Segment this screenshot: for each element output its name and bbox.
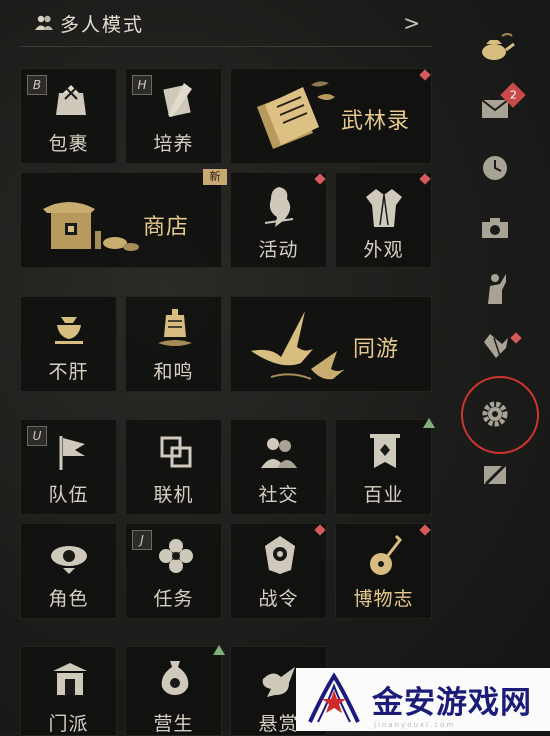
notification-dot bbox=[314, 173, 326, 185]
books-icon bbox=[257, 81, 335, 149]
sidebar-item-teapot[interactable] bbox=[476, 28, 516, 68]
key-hint-h: H bbox=[132, 75, 152, 95]
teacup-icon bbox=[55, 317, 83, 344]
livelihood-label: 营生 bbox=[153, 713, 194, 735]
shop-button[interactable]: 新 商店 bbox=[20, 169, 227, 268]
figure-icon bbox=[488, 274, 506, 304]
team-button[interactable]: U 队伍 bbox=[20, 419, 117, 515]
buxiang-button[interactable]: 不肝 bbox=[20, 296, 117, 392]
train-label: 培养 bbox=[153, 133, 194, 155]
people-icon bbox=[261, 438, 297, 468]
sidebar-item-exit[interactable] bbox=[476, 454, 516, 494]
social-label: 社交 bbox=[258, 484, 299, 506]
shop-label: 商店 bbox=[143, 215, 190, 240]
gesture-icon bbox=[484, 334, 508, 363]
available-indicator bbox=[423, 418, 435, 428]
link-icon bbox=[160, 436, 192, 468]
bowuzhi-button[interactable]: 博物志 bbox=[335, 523, 432, 619]
zhanling-button[interactable]: 战令 bbox=[230, 523, 327, 619]
tongyou-button[interactable]: 同游 bbox=[230, 296, 432, 392]
appearance-button[interactable]: 外观 bbox=[335, 172, 432, 268]
camera-icon bbox=[482, 218, 508, 238]
exit-icon bbox=[484, 462, 508, 486]
baiye-label: 百业 bbox=[363, 484, 404, 506]
notification-dot bbox=[419, 173, 431, 185]
buxiang-label: 不肝 bbox=[48, 361, 89, 383]
lantern-icon bbox=[51, 546, 87, 574]
sidebar-item-gesture[interactable] bbox=[476, 328, 522, 368]
watermark-text: 金安游戏网 bbox=[372, 685, 532, 721]
flower-icon bbox=[159, 539, 193, 573]
hewu-button[interactable]: 和鸣 bbox=[125, 296, 222, 392]
watermark: 金安游戏网 jinanyouxi.com bbox=[296, 668, 550, 731]
sidebar-item-camera[interactable] bbox=[476, 208, 516, 248]
teapot-icon bbox=[482, 33, 515, 60]
online-label: 联机 bbox=[153, 484, 194, 506]
dove-icon bbox=[262, 667, 295, 697]
bag-button[interactable]: B 包裹 bbox=[20, 68, 117, 164]
shop-icon bbox=[43, 202, 139, 251]
key-hint-j: J bbox=[132, 530, 152, 550]
bag-label: 包裹 bbox=[48, 133, 89, 155]
online-button[interactable]: 联机 bbox=[125, 419, 222, 515]
sidebar-item-clock[interactable] bbox=[476, 148, 516, 188]
flag-icon bbox=[59, 436, 85, 470]
social-button[interactable]: 社交 bbox=[230, 419, 327, 515]
livelihood-button[interactable]: 营生 bbox=[125, 645, 225, 736]
scroll-brush-icon bbox=[163, 83, 192, 117]
right-sidebar: 2 bbox=[440, 0, 550, 731]
task-label: 任务 bbox=[153, 588, 194, 610]
bird-icon bbox=[264, 187, 294, 227]
hewu-label: 和鸣 bbox=[153, 361, 194, 383]
watermark-sub: jinanyouxi.com bbox=[374, 721, 456, 729]
appearance-label: 外观 bbox=[363, 239, 404, 261]
team-label: 队伍 bbox=[48, 484, 89, 506]
banner-icon bbox=[370, 434, 400, 468]
sect-label: 门派 bbox=[48, 713, 89, 735]
robe-icon bbox=[366, 189, 402, 227]
gate-icon bbox=[53, 663, 87, 695]
money-bag-icon bbox=[161, 661, 189, 695]
tongyou-label: 同游 bbox=[353, 337, 400, 362]
train-button[interactable]: H 培养 bbox=[125, 68, 222, 164]
key-hint-u: U bbox=[27, 426, 47, 446]
sect-button[interactable]: 门派 bbox=[20, 646, 117, 736]
baiye-button[interactable]: 百业 bbox=[335, 418, 435, 515]
notification-dot bbox=[419, 524, 431, 536]
menu-grid: B 包裹 H 培养 武林录 新 商店 活动 外观 不肝 和鸣 同游 U 队伍 联… bbox=[0, 0, 440, 736]
annotation-circle bbox=[461, 376, 539, 454]
task-button[interactable]: J 任务 bbox=[125, 523, 222, 619]
sidebar-item-mail[interactable]: 2 bbox=[476, 82, 526, 128]
wulin-button[interactable]: 武林录 bbox=[230, 68, 432, 164]
new-badge: 新 bbox=[203, 169, 227, 185]
sidebar-item-figure[interactable] bbox=[476, 268, 516, 308]
role-button[interactable]: 角色 bbox=[20, 523, 117, 619]
token-icon bbox=[265, 536, 295, 574]
notification-dot bbox=[314, 524, 326, 536]
available-indicator bbox=[213, 645, 225, 655]
zhanling-label: 战令 bbox=[258, 588, 299, 610]
clock-icon bbox=[483, 156, 507, 180]
wulin-label: 武林录 bbox=[341, 109, 411, 134]
bell-icon bbox=[158, 309, 192, 346]
bundle-icon bbox=[56, 85, 86, 115]
notification-dot bbox=[419, 69, 431, 81]
cranes-icon bbox=[251, 311, 345, 380]
event-button[interactable]: 活动 bbox=[230, 172, 327, 268]
role-label: 角色 bbox=[48, 588, 89, 610]
watermark-logo-icon bbox=[308, 671, 360, 723]
bowuzhi-label: 博物志 bbox=[353, 588, 414, 610]
key-hint-b: B bbox=[27, 75, 47, 95]
event-label: 活动 bbox=[258, 239, 299, 261]
lute-icon bbox=[370, 534, 402, 575]
